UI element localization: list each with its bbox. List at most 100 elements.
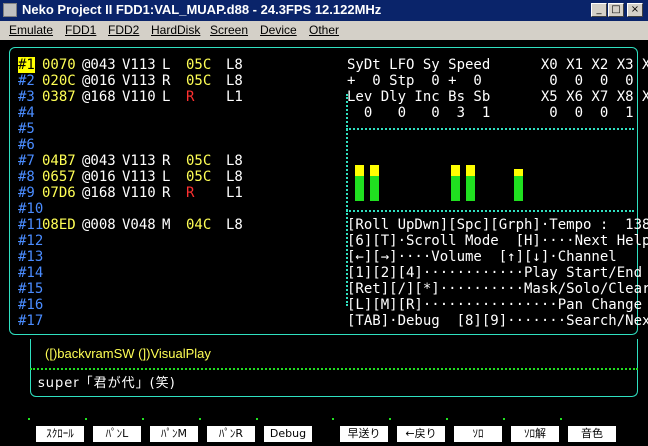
function-key-3[interactable]: ﾊﾟﾝM xyxy=(150,426,198,442)
track-number: #7 xyxy=(18,153,35,169)
track-address: 08ED xyxy=(42,217,76,233)
help-line-7: [TAB]·Debug [8][9]·······Search/Next xyxy=(347,313,648,329)
level-meter-bar xyxy=(451,165,460,201)
function-key-4[interactable]: ﾊﾟﾝR xyxy=(207,426,255,442)
level-meter-bar xyxy=(514,169,523,201)
menu-device[interactable]: Device xyxy=(260,23,297,37)
menu-fdd1[interactable]: FDD1 xyxy=(65,23,96,37)
track-length: L1 xyxy=(226,185,243,201)
fkey-indicator xyxy=(85,418,87,420)
track-length: L8 xyxy=(226,57,243,73)
track-note: R xyxy=(186,89,195,105)
menu-harddisk[interactable]: HardDisk xyxy=(151,23,200,37)
param-divider xyxy=(346,128,634,130)
fkey-indicator xyxy=(332,418,334,420)
track-length: L8 xyxy=(226,73,243,89)
fkey-indicator xyxy=(142,418,144,420)
track-instrument: @043 xyxy=(82,57,116,73)
track-number: #14 xyxy=(18,265,44,281)
level-meter-bar xyxy=(355,165,364,201)
help-line-3: [←][→]····Volume [↑][↓]·Channel xyxy=(347,249,617,265)
fkey-indicator xyxy=(446,418,448,420)
track-volume: V048 xyxy=(122,217,156,233)
track-number: #2 xyxy=(18,73,35,89)
track-pan: L xyxy=(162,57,171,73)
fkey-indicator xyxy=(560,418,562,420)
track-volume: V113 xyxy=(122,73,156,89)
level-meter-level xyxy=(466,176,475,201)
status-divider xyxy=(30,368,638,370)
param-header-2: Lev Dly Inc Bs Sb X5 X6 X7 X8 X9 xyxy=(347,89,648,105)
menu-emulate[interactable]: Emulate xyxy=(9,23,53,37)
menu-screen[interactable]: Screen xyxy=(210,23,248,37)
track-number: #17 xyxy=(18,313,44,329)
minimize-button[interactable]: _ xyxy=(591,3,607,17)
help-line-1: [Roll UpDwn][Spc][Grph]·Tempo : 138 xyxy=(347,217,648,233)
track-instrument: @168 xyxy=(82,185,116,201)
function-key-8[interactable]: ｿﾛ xyxy=(454,426,502,442)
param-values-1: + 0 Stp 0 + 0 0 0 0 0 0 xyxy=(347,73,648,89)
track-number: #12 xyxy=(18,233,44,249)
fkey-indicator xyxy=(199,418,201,420)
function-key-10[interactable]: 音色 xyxy=(568,426,616,442)
track-pan: L xyxy=(162,89,171,105)
maximize-button[interactable]: □ xyxy=(608,3,624,17)
level-meter-level xyxy=(514,176,523,201)
track-number: #8 xyxy=(18,169,35,185)
help-line-2: [6][T]·Scroll Mode [H]····Next Help xyxy=(347,233,648,249)
level-meter-bar xyxy=(370,165,379,201)
track-address: 0387 xyxy=(42,89,76,105)
fkey-indicator xyxy=(389,418,391,420)
menu-bar: Emulate FDD1 FDD2 HardDisk Screen Device… xyxy=(0,21,648,40)
track-length: L8 xyxy=(226,169,243,185)
track-volume: V113 xyxy=(122,57,156,73)
function-key-9[interactable]: ｿﾛ解 xyxy=(511,426,559,442)
track-instrument: @043 xyxy=(82,153,116,169)
track-volume: V110 xyxy=(122,185,156,201)
close-button[interactable]: × xyxy=(627,3,643,17)
function-key-1[interactable]: ｽｸﾛｰﾙ xyxy=(36,426,84,442)
track-number: #3 xyxy=(18,89,35,105)
track-instrument: @016 xyxy=(82,73,116,89)
param-values-2: 0 0 0 3 1 0 0 0 1 2 xyxy=(347,105,648,121)
track-number: #6 xyxy=(18,137,35,153)
level-meter-peak xyxy=(451,165,460,176)
status-line-2: super「君が代」(笑) xyxy=(38,376,176,391)
track-address: 07D6 xyxy=(42,185,76,201)
window-title: Neko Project II FDD1:VAL_MUAP.d88 - 24.3… xyxy=(22,2,382,17)
level-meter-peak xyxy=(370,165,379,176)
menu-fdd2[interactable]: FDD2 xyxy=(108,23,139,37)
param-header-1: SyDt LFO Sy Speed X0 X1 X2 X3 X4 xyxy=(347,57,648,73)
track-pan: R xyxy=(162,185,171,201)
track-note: 04C xyxy=(186,217,212,233)
app-icon[interactable] xyxy=(3,3,17,17)
function-key-6[interactable]: 早送り xyxy=(340,426,388,442)
help-line-6: [L][M][R]················Pan Change xyxy=(347,297,643,313)
track-length: L8 xyxy=(226,217,243,233)
title-bar[interactable]: Neko Project II FDD1:VAL_MUAP.d88 - 24.3… xyxy=(0,0,648,21)
track-note: R xyxy=(186,185,195,201)
meter-divider xyxy=(346,210,634,212)
function-key-7[interactable]: ←戻り xyxy=(397,426,445,442)
track-number: #16 xyxy=(18,297,44,313)
track-pan: R xyxy=(162,153,171,169)
fkey-indicator xyxy=(256,418,258,420)
menu-other[interactable]: Other xyxy=(309,23,339,37)
track-address: 0070 xyxy=(42,57,76,73)
level-meter-peak xyxy=(355,165,364,176)
track-pan: M xyxy=(162,217,171,233)
track-number: #9 xyxy=(18,185,35,201)
track-number: #4 xyxy=(18,105,35,121)
level-meter-level xyxy=(370,176,379,201)
level-meter-bar xyxy=(466,165,475,201)
level-meter-peak xyxy=(466,165,475,176)
track-number: #5 xyxy=(18,121,35,137)
track-length: L8 xyxy=(226,153,243,169)
track-note: 05C xyxy=(186,57,212,73)
track-note: 05C xyxy=(186,73,212,89)
function-key-5[interactable]: Debug xyxy=(264,426,312,442)
status-line-1: ([)backvramSW (])VisualPlay xyxy=(45,346,211,361)
track-number: #11 xyxy=(18,217,44,233)
emulator-screen[interactable]: #1 0070 @043 V113 L 05C L8 #2 020C @016 V113 R 05C L8… xyxy=(0,40,648,446)
function-key-2[interactable]: ﾊﾟﾝL xyxy=(93,426,141,442)
